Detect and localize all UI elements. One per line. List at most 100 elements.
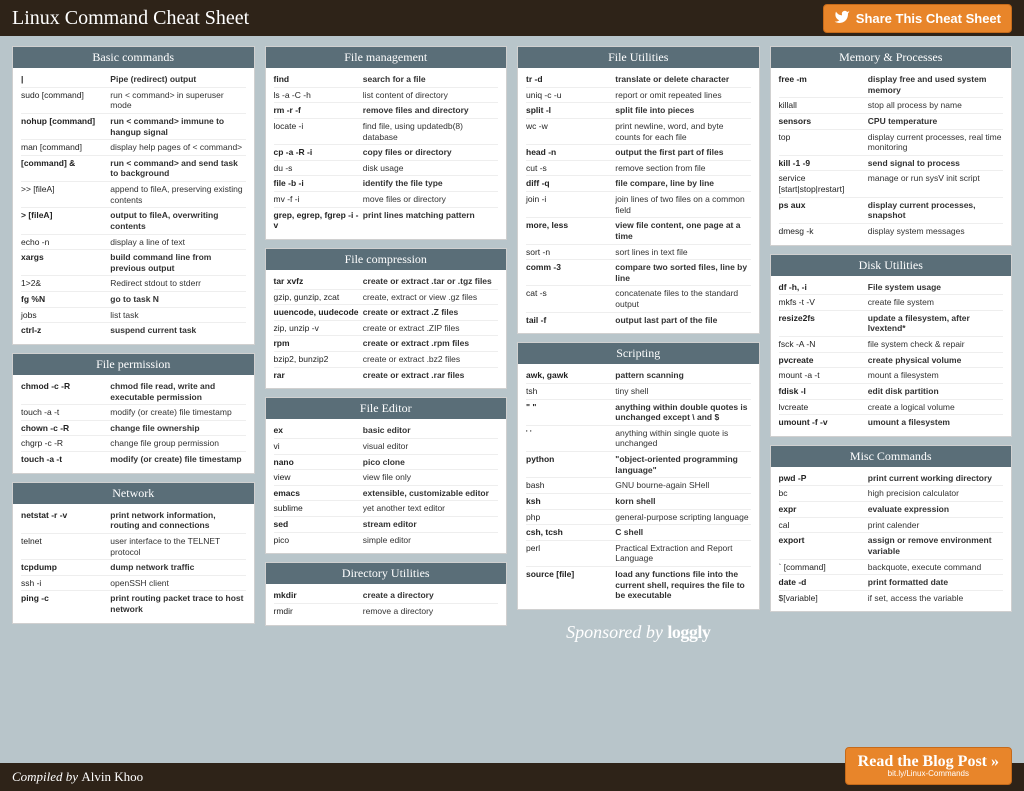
share-button[interactable]: Share This Cheat Sheet [823, 4, 1012, 33]
description: print lines matching pattern [363, 210, 498, 231]
command-row: sublimeyet another text editor [274, 501, 499, 517]
description: create file system [868, 297, 1003, 308]
description: output to fileA, overwriting contents [110, 210, 245, 231]
command-row: touch -a -tmodify (or create) file times… [21, 452, 246, 467]
command-row: netstat -r -vprint network information, … [21, 508, 246, 534]
description: search for a file [363, 74, 498, 85]
column-3: File Utilitiestr -dtranslate or delete c… [517, 46, 760, 754]
command: rar [274, 370, 359, 381]
command-row: resize2fsupdate a filesystem, after lvex… [779, 311, 1004, 337]
description: file compare, line by line [615, 178, 750, 189]
description: chmod file read, write and executable pe… [110, 381, 245, 402]
command: source [file] [526, 569, 611, 601]
command-row: nohup [command]run < command> immune to … [21, 114, 246, 140]
command: ksh [526, 496, 611, 507]
section-title: Memory & Processes [771, 47, 1012, 68]
command-row: head -noutput the first part of files [526, 145, 751, 161]
command-row: |Pipe (redirect) output [21, 72, 246, 88]
command: wc -w [526, 121, 611, 142]
description: create a directory [363, 590, 498, 601]
command: telnet [21, 536, 106, 557]
command-row: fg %Ngo to task N [21, 292, 246, 308]
command: tar xvfz [274, 276, 359, 287]
sponsor-line: Sponsored by loggly [517, 622, 760, 643]
description: backquote, execute command [868, 562, 1003, 573]
description: remove section from file [615, 163, 750, 174]
command: echo -n [21, 237, 106, 248]
description: output the first part of files [615, 147, 750, 158]
command: 1>2& [21, 278, 106, 289]
description: create a logical volume [868, 402, 1003, 413]
command-row: xargsbuild command line from previous ou… [21, 250, 246, 276]
section-body: pwd -Pprint current working directorybch… [771, 467, 1012, 612]
command-row: cp -a -R -icopy files or directory [274, 145, 499, 161]
command-row: sedstream editor [274, 517, 499, 533]
description: identify the file type [363, 178, 498, 189]
description: change file group permission [110, 438, 245, 449]
section-title: File Utilities [518, 47, 759, 68]
section-title: Basic commands [13, 47, 254, 68]
description: display current processes, snapshot [868, 200, 1003, 221]
description: display free and used system memory [868, 74, 1003, 95]
description: print newline, word, and byte counts for… [615, 121, 750, 142]
description: move files or directory [363, 194, 498, 205]
description: CPU temperature [868, 116, 1003, 127]
section-body: exbasic editorvivisual editornanopico cl… [266, 419, 507, 553]
section-body: awk, gawkpattern scanningtshtiny shell" … [518, 364, 759, 609]
card-dir: Directory Utilitiesmkdircreate a directo… [265, 562, 508, 625]
compiled-by: Compiled by [12, 769, 78, 785]
command-row: exportassign or remove environment varia… [779, 533, 1004, 559]
command: [command] & [21, 158, 106, 179]
command: split -l [526, 105, 611, 116]
section-body: netstat -r -vprint network information, … [13, 504, 254, 623]
command: expr [779, 504, 864, 515]
command-row: bashGNU bourne-again SHell [526, 478, 751, 494]
section-body: findsearch for a filels -a -C -hlist con… [266, 68, 507, 239]
description: send signal to process [868, 158, 1003, 169]
command-row: killallstop all process by name [779, 98, 1004, 114]
description: print network information, routing and c… [110, 510, 245, 531]
page-header: Linux Command Cheat Sheet Share This Che… [0, 0, 1024, 36]
command: emacs [274, 488, 359, 499]
description: file system check & repair [868, 339, 1003, 350]
command: join -i [526, 194, 611, 215]
blog-button[interactable]: Read the Blog Post » bit.ly/Linux-Comman… [845, 747, 1012, 785]
share-label: Share This Cheat Sheet [856, 11, 1001, 26]
description: create or extract .tar or .tgz files [363, 276, 498, 287]
description: display system messages [868, 226, 1003, 237]
content-grid: Basic commands|Pipe (redirect) outputsud… [0, 36, 1024, 754]
command: tsh [526, 386, 611, 397]
description: openSSH client [110, 578, 245, 589]
command-row: comm -3compare two sorted files, line by… [526, 260, 751, 286]
description: view file only [363, 472, 498, 483]
command-row: python"object-oriented programming langu… [526, 452, 751, 478]
command: php [526, 512, 611, 523]
description: stop all process by name [868, 100, 1003, 111]
command: touch -a -t [21, 407, 106, 418]
section-title: Disk Utilities [771, 255, 1012, 276]
command: gzip, gunzip, zcat [274, 292, 359, 303]
command: >> [fileA] [21, 184, 106, 205]
command: free -m [779, 74, 864, 95]
command: awk, gawk [526, 370, 611, 381]
command: pvcreate [779, 355, 864, 366]
command: top [779, 132, 864, 153]
command-row: emacsextensible, customizable editor [274, 486, 499, 502]
command-row: lvcreatecreate a logical volume [779, 400, 1004, 416]
command-row: rmdirremove a directory [274, 604, 499, 619]
command: python [526, 454, 611, 475]
description: tiny shell [615, 386, 750, 397]
description: load any functions file into the current… [615, 569, 750, 601]
command: ctrl-z [21, 325, 106, 336]
command: cp -a -R -i [274, 147, 359, 158]
section-body: |Pipe (redirect) outputsudo [command]run… [13, 68, 254, 344]
command: man [command] [21, 142, 106, 153]
section-title: File management [266, 47, 507, 68]
description: GNU bourne-again SHell [615, 480, 750, 491]
twitter-icon [834, 9, 850, 28]
description: korn shell [615, 496, 750, 507]
description: view file content, one page at a time [615, 220, 750, 241]
command: grep, egrep, fgrep -i -v [274, 210, 359, 231]
card-misc: Misc Commandspwd -Pprint current working… [770, 445, 1013, 613]
command-row: exbasic editor [274, 423, 499, 439]
